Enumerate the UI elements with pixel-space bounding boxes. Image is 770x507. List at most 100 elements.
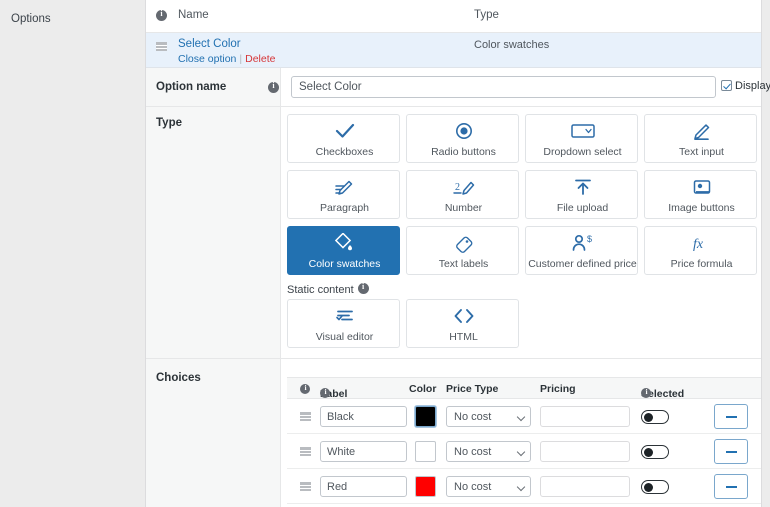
type-tile-checkboxes[interactable]: Checkboxes xyxy=(287,114,400,163)
drag-handle-icon[interactable] xyxy=(156,42,167,51)
pricing-input[interactable] xyxy=(540,406,630,427)
type-tile-label: Text labels xyxy=(438,258,489,270)
price-type-value: No cost xyxy=(454,481,492,493)
pricing-input[interactable] xyxy=(540,476,630,497)
option-name-section: Option name Display xyxy=(146,68,770,107)
type-label: Type xyxy=(156,117,182,129)
options-panel: Name Type Select Color Close option|Dele… xyxy=(145,0,770,507)
tag-icon xyxy=(407,233,520,255)
type-tile-label: Dropdown select xyxy=(543,146,622,158)
price-type-value: No cost xyxy=(454,411,492,423)
selected-toggle[interactable] xyxy=(641,410,669,424)
type-tile-dropdown-select[interactable]: Dropdown select xyxy=(525,114,638,163)
svg-text:fx: fx xyxy=(693,237,704,252)
close-option-link[interactable]: Close option xyxy=(178,53,236,65)
checkmark-icon xyxy=(288,121,401,143)
choices-table-header: Label Color Price Type Pricing Selected xyxy=(287,377,761,400)
option-name-help-icon[interactable] xyxy=(268,81,279,93)
price-type-select[interactable]: No cost xyxy=(446,406,531,427)
table-row: No cost xyxy=(287,434,761,469)
static-tile-label: Visual editor xyxy=(315,331,374,343)
type-tile-label: Customer defined price xyxy=(528,258,637,270)
option-row-actions: Close option | Delete xyxy=(178,53,275,65)
type-tile-label: File upload xyxy=(556,202,609,214)
option-row-select-color[interactable]: Select Color Close option | Delete Color s… xyxy=(146,33,761,68)
static-tile-row: Visual editor HTML xyxy=(287,299,757,355)
option-row-type: Color swatches xyxy=(474,39,550,51)
action-separator: | xyxy=(239,53,243,65)
type-tile-label: Radio buttons xyxy=(431,146,496,158)
price-type-value: No cost xyxy=(454,446,492,458)
type-tile-row-1: Checkboxes Radio buttons Dropdown select xyxy=(287,114,757,170)
display-label: Display xyxy=(735,80,770,92)
label-help-icon[interactable] xyxy=(320,387,331,398)
info-icon xyxy=(156,9,167,21)
price-type-select[interactable]: No cost xyxy=(446,441,531,462)
pricing-input[interactable] xyxy=(540,441,630,462)
static-content-help-icon[interactable] xyxy=(357,282,369,294)
type-tile-customer-defined-price[interactable]: $ Customer defined price xyxy=(525,226,638,275)
drag-handle-icon[interactable] xyxy=(300,447,311,456)
toggle-knob xyxy=(643,447,653,457)
minus-icon xyxy=(726,451,737,453)
static-tile-html[interactable]: HTML xyxy=(406,299,519,348)
image-icon xyxy=(645,177,758,199)
number-pencil-icon: 2 xyxy=(407,177,520,199)
page-scrollbar[interactable] xyxy=(762,0,770,507)
selected-toggle[interactable] xyxy=(641,445,669,459)
type-tile-label: Image buttons xyxy=(668,202,735,214)
drag-handle-icon[interactable] xyxy=(300,412,311,421)
choices-label-cell: Choices xyxy=(146,359,281,507)
display-checkbox[interactable] xyxy=(721,80,732,91)
type-tile-number[interactable]: 2 Number xyxy=(406,170,519,219)
dropdown-icon xyxy=(526,121,639,143)
option-name-label: Option name xyxy=(156,81,227,93)
pencil-icon xyxy=(645,121,758,143)
selected-toggle[interactable] xyxy=(641,480,669,494)
static-tile-visual-editor[interactable]: Visual editor xyxy=(287,299,400,348)
table-row: No cost xyxy=(287,399,761,434)
choices-table: Label Color Price Type Pricing Selected … xyxy=(287,377,761,504)
remove-choice-button[interactable] xyxy=(714,474,748,499)
choices-col-pricing: Pricing xyxy=(540,383,576,395)
choices-section: Choices Label Color Price Type Pricing S… xyxy=(146,359,761,507)
choice-label-input[interactable] xyxy=(320,476,407,497)
static-content-tiles: Visual editor HTML xyxy=(287,299,757,355)
option-name-input[interactable] xyxy=(291,76,716,98)
type-tile-text-labels[interactable]: Text labels xyxy=(406,226,519,275)
pencil-lines-icon xyxy=(288,177,401,199)
type-tile-radio-buttons[interactable]: Radio buttons xyxy=(406,114,519,163)
type-tile-paragraph[interactable]: Paragraph xyxy=(287,170,400,219)
price-type-select[interactable]: No cost xyxy=(446,476,531,497)
remove-choice-button[interactable] xyxy=(714,439,748,464)
minus-icon xyxy=(726,416,737,418)
column-header-name: Name xyxy=(178,9,209,21)
choice-label-input[interactable] xyxy=(320,441,407,462)
display-checkbox-wrap[interactable]: Display xyxy=(721,80,770,92)
type-section: Type Checkboxes Radio buttons Dropdown s… xyxy=(146,107,761,359)
type-tile-image-buttons[interactable]: Image buttons xyxy=(644,170,757,219)
color-swatch-button[interactable] xyxy=(415,476,436,497)
static-tile-label: HTML xyxy=(449,331,478,343)
color-swatch-button[interactable] xyxy=(415,406,436,427)
type-tile-file-upload[interactable]: File upload xyxy=(525,170,638,219)
remove-choice-button[interactable] xyxy=(714,404,748,429)
type-tile-color-swatches[interactable]: Color swatches xyxy=(287,226,400,275)
column-header-type: Type xyxy=(474,9,499,21)
delete-option-link[interactable]: Delete xyxy=(245,53,275,65)
type-tile-price-formula[interactable]: fx Price formula xyxy=(644,226,757,275)
selected-help-icon[interactable] xyxy=(641,387,652,398)
option-name-label-cell: Option name xyxy=(146,68,281,106)
type-tile-text-input[interactable]: Text input xyxy=(644,114,757,163)
option-name-link[interactable]: Select Color xyxy=(178,38,241,50)
drag-handle-icon[interactable] xyxy=(300,482,311,491)
choices-col-color: Color xyxy=(409,383,437,395)
static-content-header: Static content xyxy=(287,282,369,296)
color-swatch-button[interactable] xyxy=(415,441,436,462)
minus-icon xyxy=(726,486,737,488)
table-row: No cost xyxy=(287,469,761,504)
left-gutter: Options xyxy=(0,0,145,507)
chevron-down-icon xyxy=(516,412,526,422)
choice-label-input[interactable] xyxy=(320,406,407,427)
svg-text:$: $ xyxy=(587,234,592,244)
